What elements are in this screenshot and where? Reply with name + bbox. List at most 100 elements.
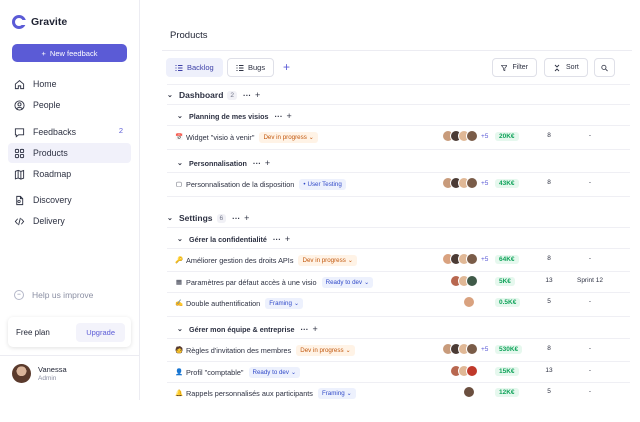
effort-value: 8 [547,255,551,262]
home-icon [14,79,25,90]
plan-label: Free plan [16,327,50,337]
assignees[interactable] [450,365,478,377]
effort-value: 5 [547,388,551,395]
dot-icon: • [303,180,306,188]
status-badge[interactable]: Dev in progress ⌄ [296,344,355,356]
sidebar-item-label: Discovery [33,195,72,205]
table-row[interactable]: 🔔 Rappels personnalisés aux participants… [175,383,630,403]
assignees-more: +5 [481,179,489,187]
sidebar-item-discovery[interactable]: Discovery [8,190,131,210]
subgroup-header[interactable]: ⌄ Gérer mon équipe & entreprise ··· + [177,324,318,334]
tab-backlog[interactable]: Backlog [166,58,223,77]
status-badge[interactable]: Dev in progress ⌄ [298,254,358,266]
status-badge[interactable]: Ready to dev ⌄ [321,276,374,288]
add-icon[interactable]: + [265,158,270,168]
sidebar-item-products[interactable]: Products [8,143,131,163]
group-header-settings[interactable]: ⌄ Settings 6 ··· + [167,213,249,223]
more-icon[interactable]: ··· [273,235,281,244]
table-row[interactable]: ▢ Personnalisation de la disposition • Us… [175,174,630,194]
more-icon[interactable]: ··· [300,325,308,334]
sidebar-item-roadmap[interactable]: Roadmap [8,164,131,184]
more-icon[interactable]: ··· [253,159,261,168]
subgroup-header[interactable]: ⌄ Personnalisation ··· + [177,158,270,168]
status-badge[interactable]: Framing ⌄ [317,387,356,399]
assignees[interactable] [463,386,475,398]
group-count: 2 [227,90,238,100]
add-tab-button[interactable]: + [283,60,290,74]
avatar [466,253,478,265]
status-badge[interactable]: Dev in progress ⌄ [259,131,318,143]
more-icon[interactable]: ··· [243,91,251,100]
status-badge[interactable]: Ready to dev ⌄ [248,366,301,378]
assignees[interactable] [450,275,478,287]
divider [167,248,630,249]
chevron-down-icon: ⌄ [345,346,351,354]
group-count: 6 [216,213,227,223]
list-icon [236,64,244,71]
avatar[interactable] [12,364,31,383]
sort-button[interactable]: Sort [544,58,588,77]
sidebar-item-label: Roadmap [33,169,72,179]
subgroup-header[interactable]: ⌄ Gérer la confidentialité ··· + [177,234,290,244]
sidebar-item-delivery[interactable]: Delivery [8,211,131,231]
app-logo[interactable]: Gravite [12,15,67,29]
assignees[interactable]: +5 [442,343,488,355]
table-row[interactable]: ✍ Double authentification Framing ⌄ 0.5K€… [175,293,630,313]
upgrade-button[interactable]: Upgrade [76,322,125,342]
group-name: Settings [179,213,213,223]
smile-icon: •• [14,290,24,300]
more-icon[interactable]: ··· [275,112,283,121]
sprint-value: - [588,367,592,374]
status-label: Dev in progress [300,346,344,354]
assignees[interactable]: +5 [442,253,488,265]
avatar [466,365,478,377]
assignees-more: +5 [481,255,489,263]
status-badge[interactable]: Framing ⌄ [265,297,304,309]
divider [167,172,630,173]
bell-icon: 🔔 [174,390,184,397]
table-row[interactable]: ▦ Paramètres par défaut accès à une visi… [175,272,630,292]
subgroup-header[interactable]: ⌄ Planning de mes visios ··· + [177,111,292,121]
sidebar-item-label: Feedbacks [33,127,77,137]
add-icon[interactable]: + [285,234,290,244]
add-icon[interactable]: + [287,111,292,121]
assignees[interactable]: +5 [442,177,488,189]
table-row[interactable]: 👤 Profil "comptable" Ready to dev ⌄ 15K€ … [175,362,630,382]
search-button[interactable] [594,58,615,77]
table-row[interactable]: 🧑 Règles d'invitation des membres Dev in… [175,340,630,360]
assignees[interactable] [463,296,475,308]
new-feedback-button[interactable]: + New feedback [12,44,127,62]
item-title: Personnalisation de la disposition [186,179,295,189]
chevron-down-icon: ⌄ [290,368,297,376]
avatar [463,386,475,398]
table-row[interactable]: 🔑 Améliorer gestion des droits APIs Dev … [175,250,630,270]
sidebar-item-people[interactable]: People [8,95,131,115]
price-badge: 43K€ [495,179,519,188]
status-label: User Testing [307,180,342,188]
help-label: Help us improve [32,290,94,300]
divider [167,149,630,150]
effort-value: 8 [547,345,551,352]
new-feedback-label: New feedback [49,48,98,58]
status-badge[interactable]: • User Testing [299,178,346,190]
sidebar: Gravite + New feedback Home People Feedb… [0,0,140,400]
effort-value: 13 [545,367,553,374]
effort-value: 8 [547,132,551,139]
add-icon[interactable]: + [312,324,317,334]
filter-button[interactable]: Filter [492,58,537,77]
group-header-dashboard[interactable]: ⌄ Dashboard 2 ··· + [167,90,260,100]
sidebar-item-feedbacks[interactable]: Feedbacks 2 [8,122,131,142]
sidebar-item-home[interactable]: Home [8,74,131,94]
help-us-improve-link[interactable]: •• Help us improve [14,290,93,300]
tab-bugs[interactable]: Bugs [227,58,275,77]
table-row[interactable]: 📅 Widget "visio à venir" Dev in progress… [175,127,630,147]
code-icon [14,216,25,227]
tab-label: Bugs [248,63,266,72]
more-icon[interactable]: ··· [232,214,240,223]
add-icon[interactable]: + [255,90,260,100]
divider [167,227,630,228]
add-icon[interactable]: + [244,213,249,223]
avatar [466,177,478,189]
divider [167,316,630,317]
assignees[interactable]: +5 [442,130,488,142]
